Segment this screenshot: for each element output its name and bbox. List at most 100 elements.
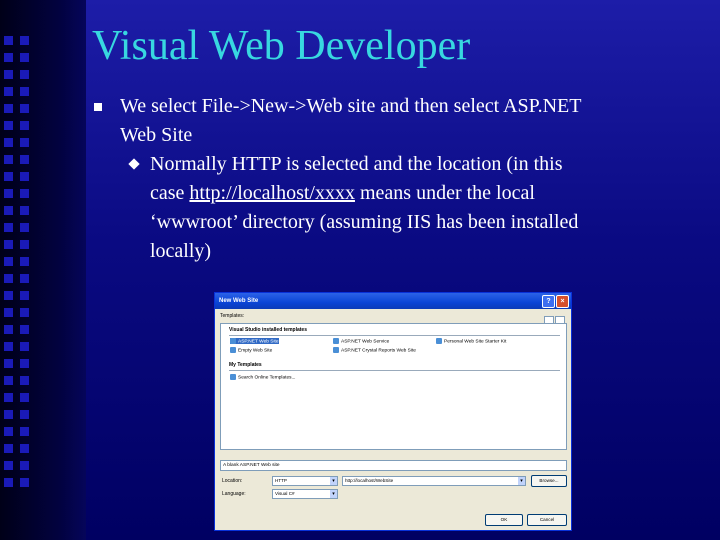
decorative-square [20, 189, 29, 198]
decorative-square [20, 376, 29, 385]
decorative-square [20, 461, 29, 470]
decorative-square [20, 359, 29, 368]
chevron-down-icon: ▾ [518, 477, 525, 485]
decorative-square [4, 70, 13, 79]
decorative-square [20, 87, 29, 96]
location-label: Location: [222, 478, 243, 484]
decorative-square [20, 274, 29, 283]
bullet-2-text-post: means under the local [354, 182, 535, 204]
empty-web-site-icon [230, 347, 236, 353]
decorative-square [4, 308, 13, 317]
decorative-square [20, 325, 29, 334]
decorative-square [20, 342, 29, 351]
decorative-square [4, 461, 13, 470]
template-label: ASP.NET Crystal Reports Web Site [341, 348, 416, 354]
templates-label: Templates: [220, 313, 245, 319]
decorative-square [4, 410, 13, 419]
bullet-1-line-1: We select File->New->Web site and then s… [120, 95, 582, 117]
bullet-list: We select File->New->Web site and then s… [92, 92, 692, 266]
decorative-square [4, 444, 13, 453]
dialog-title: New Web Site [219, 298, 259, 304]
decorative-square [4, 427, 13, 436]
decorative-square [4, 138, 13, 147]
bullet-2-line-3: ‘wwwroot’ directory (assuming IIS has be… [150, 211, 579, 233]
decorative-square [4, 291, 13, 300]
diamond-bullet-icon [128, 158, 140, 170]
group-installed-templates: Visual Studio installed templates [229, 327, 307, 333]
dialog-title-bar: New Web Site ? × [215, 293, 571, 309]
template-label: Personal Web Site Starter Kit [444, 339, 507, 345]
location-path-value: http://localhost/WebSite [345, 478, 394, 483]
decorative-left-strip [0, 0, 86, 540]
decorative-square [4, 274, 13, 283]
help-icon[interactable]: ? [542, 295, 555, 308]
template-item[interactable]: ASP.NET Crystal Reports Web Site [333, 347, 416, 353]
new-web-site-dialog: New Web Site ? × Templates: Visual Studi… [214, 292, 572, 531]
ok-button[interactable]: OK [485, 514, 523, 526]
template-label: ASP.NET Web Site [238, 339, 279, 345]
bullet-2-line-4: locally) [150, 240, 212, 262]
template-label: ASP.NET Web Service [341, 339, 390, 345]
template-item[interactable]: Personal Web Site Starter Kit [436, 338, 506, 344]
language-select[interactable]: Visual C# ▾ [272, 489, 338, 499]
decorative-squares-column-1 [4, 36, 13, 495]
decorative-square [4, 189, 13, 198]
decorative-square [4, 376, 13, 385]
decorative-square [20, 121, 29, 130]
decorative-square [20, 104, 29, 113]
bullet-2-line-1: Normally HTTP is selected and the locati… [150, 153, 563, 175]
decorative-squares-column-2 [20, 36, 29, 495]
decorative-square [4, 172, 13, 181]
decorative-square [20, 155, 29, 164]
web-service-icon [333, 338, 339, 344]
decorative-square [20, 393, 29, 402]
localhost-link[interactable]: http://localhost/xxxx [189, 182, 355, 204]
template-item[interactable]: ASP.NET Web Service [333, 338, 389, 344]
group-divider [229, 335, 560, 336]
language-value: Visual C# [275, 491, 295, 496]
browse-button[interactable]: Browse... [531, 475, 567, 487]
decorative-square [4, 104, 13, 113]
decorative-square [20, 257, 29, 266]
decorative-square [20, 206, 29, 215]
decorative-square [4, 359, 13, 368]
template-item[interactable]: ASP.NET Web Site [230, 338, 279, 345]
template-label: Empty Web Site [238, 348, 273, 354]
decorative-square [20, 410, 29, 419]
close-icon[interactable]: × [556, 295, 569, 308]
template-item[interactable]: Empty Web Site [230, 347, 272, 353]
decorative-square [4, 223, 13, 232]
location-path-combo[interactable]: http://localhost/WebSite ▾ [342, 476, 526, 486]
decorative-square [20, 53, 29, 62]
decorative-square [4, 240, 13, 249]
template-item[interactable]: Search Online Templates... [230, 374, 296, 380]
template-label: Search Online Templates... [238, 375, 296, 381]
decorative-square [4, 121, 13, 130]
chevron-down-icon: ▾ [330, 490, 337, 498]
location-type-value: HTTP [275, 478, 287, 483]
web-site-icon [230, 338, 236, 344]
decorative-square [4, 325, 13, 334]
decorative-square [20, 444, 29, 453]
group-my-templates: My Templates [229, 362, 262, 368]
bullet-item-2: Normally HTTP is selected and the locati… [92, 150, 692, 266]
cancel-button[interactable]: Cancel [527, 514, 567, 526]
decorative-square [4, 342, 13, 351]
decorative-square [20, 223, 29, 232]
decorative-square [20, 427, 29, 436]
decorative-square [4, 53, 13, 62]
decorative-square [4, 257, 13, 266]
decorative-square [4, 393, 13, 402]
bullet-2-text-pre: case [150, 182, 190, 204]
decorative-square [4, 206, 13, 215]
templates-pane: Visual Studio installed templates ASP.NE… [220, 323, 567, 450]
decorative-square [20, 478, 29, 487]
location-type-select[interactable]: HTTP ▾ [272, 476, 338, 486]
square-bullet-icon [94, 103, 102, 111]
decorative-square [20, 36, 29, 45]
decorative-square [20, 70, 29, 79]
decorative-square [20, 240, 29, 249]
template-description: A blank ASP.NET Web site [220, 460, 567, 471]
bullet-2-line-2: case http://localhost/xxxx means under t… [150, 179, 692, 208]
bullet-item-1: We select File->New->Web site and then s… [92, 92, 692, 150]
